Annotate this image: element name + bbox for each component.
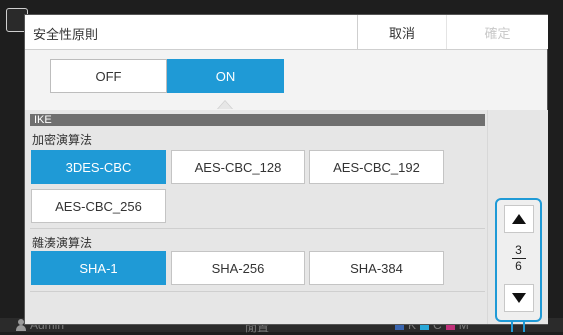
- settings-content: IKE 加密演算法 3DES-CBC AES-CBC_128 AES-CBC_1…: [25, 110, 487, 324]
- page-total: 6: [515, 259, 522, 273]
- scroll-up-button[interactable]: [504, 205, 534, 233]
- page-indicator: 3 6: [497, 244, 540, 273]
- option-sha-384[interactable]: SHA-384: [309, 251, 444, 285]
- arrow-down-icon: [512, 293, 526, 303]
- option-aes-cbc-192[interactable]: AES-CBC_192: [309, 150, 444, 184]
- section-header-ike: IKE: [30, 114, 485, 126]
- section-divider: [30, 228, 485, 229]
- confirm-button[interactable]: 確定: [446, 15, 548, 49]
- off-button[interactable]: OFF: [50, 59, 167, 93]
- hash-label: 雜湊演算法: [32, 236, 93, 250]
- scroll-down-button[interactable]: [504, 284, 534, 312]
- option-aes-cbc-128[interactable]: AES-CBC_128: [171, 150, 305, 184]
- page-current: 3: [515, 243, 522, 257]
- option-sha-1[interactable]: SHA-1: [31, 251, 166, 285]
- option-sha-256[interactable]: SHA-256: [171, 251, 305, 285]
- policy-toggle: OFF ON: [25, 50, 547, 111]
- selection-pointer: [217, 100, 233, 109]
- dialog-title: 安全性原則: [33, 27, 99, 42]
- page-scroller: 3 6: [495, 198, 542, 322]
- option-aes-cbc-256[interactable]: AES-CBC_256: [31, 189, 166, 223]
- highlight-connector: [511, 322, 525, 332]
- cancel-button[interactable]: 取消: [357, 15, 446, 49]
- section-divider: [30, 291, 485, 292]
- on-button[interactable]: ON: [167, 59, 284, 93]
- security-policy-dialog: 安全性原則 取消 確定 OFF ON IKE 加密演算法 3DES-CBC AE…: [25, 15, 548, 324]
- dialog-title-bar: 安全性原則 取消 確定: [25, 15, 548, 50]
- arrow-up-icon: [512, 214, 526, 224]
- encryption-label: 加密演算法: [32, 133, 93, 147]
- option-3des-cbc[interactable]: 3DES-CBC: [31, 150, 166, 184]
